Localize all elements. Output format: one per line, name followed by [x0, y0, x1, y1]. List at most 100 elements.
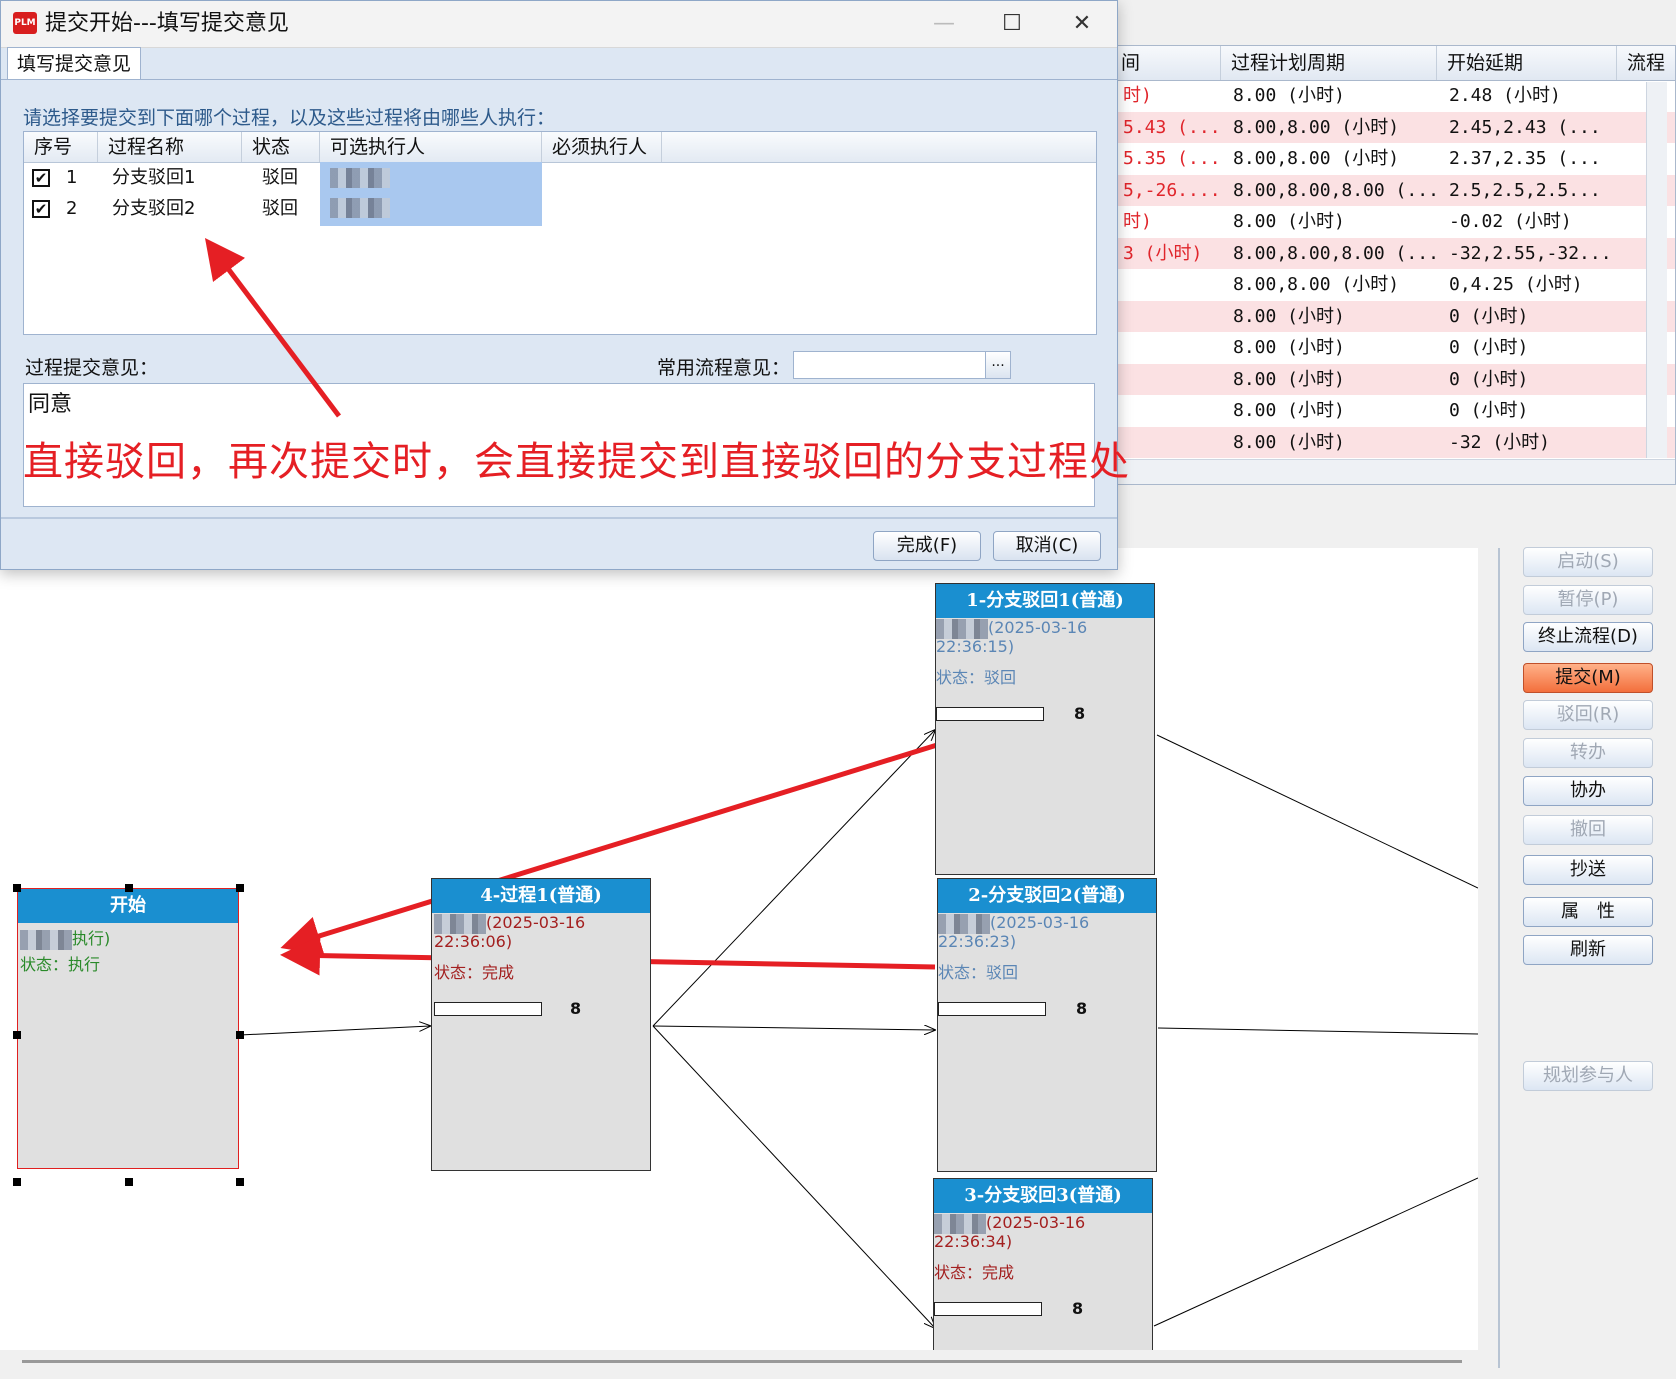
table-row[interactable]: 8.00,8.00 (小时) 0,4.25 (小时): [1111, 269, 1675, 301]
table-cell: [1111, 332, 1221, 364]
table-row[interactable]: 时) 8.00 (小时) -0.02 (小时): [1111, 206, 1675, 238]
resize-handle[interactable]: [236, 1031, 244, 1039]
blurred-name: [20, 929, 72, 950]
resize-handle[interactable]: [13, 1031, 21, 1039]
terminate-flow-button[interactable]: 终止流程(D): [1523, 622, 1653, 652]
table-cell: 8.00,8.00 (小时): [1233, 274, 1400, 295]
table-row[interactable]: 5.43 (... 8.00,8.00 (小时) 2.45,2.43 (...: [1111, 111, 1675, 143]
node-b2-date: (2025-03-16: [938, 913, 1089, 934]
pause-button[interactable]: 暂停(P): [1523, 585, 1653, 615]
node-b3-state: 状态：完成: [934, 1263, 1015, 1282]
workflow-canvas[interactable]: 开始 执行) 状态：执行 4-过程1(普通) (2025-03-16 22:36…: [0, 548, 1478, 1350]
table-row[interactable]: 5,-26.... 8.00,8.00,8.00 (... 2.5,2.5,2.5.…: [1111, 174, 1675, 206]
submit-dialog: PLM 提交开始---填写提交意见 — ☐ ✕ 填写提交意见 请选择要提交到下面…: [0, 0, 1129, 570]
table-horizontal-scrollbar[interactable]: [1111, 459, 1675, 484]
red-arrow-to-row-2: [204, 238, 341, 418]
node-b3-progress: [934, 1302, 1042, 1316]
resize-handle[interactable]: [13, 1178, 21, 1186]
table-row[interactable]: 8.00 (小时) 0 (小时): [1111, 395, 1675, 427]
table-cell: 8.00 (小时): [1233, 368, 1345, 390]
table-cell: 8.00 (小时): [1233, 211, 1345, 232]
finish-button[interactable]: 完成(F): [873, 531, 981, 561]
node-p1-date: (2025-03-16: [434, 913, 585, 934]
start-button[interactable]: 启动(S): [1523, 547, 1653, 577]
table-cell: 8.00 (小时): [1233, 431, 1345, 453]
table-cell: [1111, 395, 1221, 427]
node-p1-title: 4-过程1(普通): [432, 879, 650, 913]
withdraw-button[interactable]: 撤回: [1523, 815, 1653, 845]
plan-participants-button[interactable]: 规划参与人: [1523, 1061, 1653, 1091]
table-row[interactable]: 3 (小时) 8.00,8.00,8.00 (... -32,2.55,-32...: [1111, 237, 1675, 269]
resize-handle[interactable]: [236, 1178, 244, 1186]
refresh-button[interactable]: 刷新: [1523, 935, 1653, 965]
reject-button[interactable]: 驳回(R): [1523, 700, 1653, 730]
resize-handle[interactable]: [13, 884, 21, 892]
node-p1-state: 状态：完成: [434, 963, 515, 982]
resize-handle[interactable]: [236, 884, 244, 892]
cc-button[interactable]: 抄送: [1523, 855, 1653, 885]
column-header-plan-cycle[interactable]: 过程计划周期: [1221, 46, 1437, 80]
blurred-name: [938, 913, 990, 934]
connector-start-to-p1: [239, 1026, 430, 1036]
table-cell: 8.00,8.00,8.00 (...: [1233, 179, 1437, 201]
process-table-header: 间 过程计划周期 开始延期 流程: [1111, 46, 1675, 81]
canvas-horizontal-scrollbar[interactable]: [22, 1360, 1462, 1363]
node-branch-3[interactable]: 3-分支驳回3(普通) (2025-03-16 22:36:34) 状态：完成 …: [933, 1178, 1153, 1350]
table-cell: [1111, 301, 1221, 333]
node-b2-state: 状态：驳回: [938, 963, 1019, 982]
table-row[interactable]: 5.35 (... 8.00,8.00 (小时) 2.37,2.35 (...: [1111, 143, 1675, 175]
table-vertical-scrollbar[interactable]: [1646, 82, 1667, 458]
connector-p1-to-b3: [652, 1025, 935, 1328]
table-cell: 2.37,2.35 (...: [1449, 148, 1601, 169]
table-cell: 0 (小时): [1449, 400, 1529, 421]
table-row[interactable]: 8.00 (小时) 0 (小时): [1111, 300, 1675, 333]
table-row[interactable]: 时) 8.00 (小时) 2.48 (小时): [1111, 80, 1675, 112]
transfer-button[interactable]: 转办: [1523, 738, 1653, 768]
column-header-time[interactable]: 间: [1111, 46, 1221, 80]
node-b3-date: (2025-03-16: [934, 1213, 1085, 1234]
table-cell: 2.5,2.5,2.5...: [1449, 179, 1601, 201]
blurred-name: [434, 913, 486, 934]
node-b3-time: 22:36:34): [934, 1232, 1013, 1251]
connector-b3-out: [1153, 1177, 1478, 1327]
table-cell: 0,4.25 (小时): [1449, 274, 1583, 295]
resize-handle[interactable]: [125, 884, 133, 892]
connector-b1-out: [1156, 734, 1478, 889]
cancel-button[interactable]: 取消(C): [993, 531, 1101, 561]
blurred-name: [936, 618, 988, 639]
node-process-1[interactable]: 4-过程1(普通) (2025-03-16 22:36:06) 状态：完成 8: [431, 878, 651, 1171]
column-header-start-delay[interactable]: 开始延期: [1437, 46, 1617, 80]
table-cell: 时): [1123, 211, 1152, 232]
node-b3-title: 3-分支驳回3(普通): [934, 1179, 1152, 1213]
properties-button[interactable]: 属 性: [1523, 897, 1653, 927]
connector-p1-to-b1: [652, 730, 935, 1027]
node-start-state: 状态：执行: [20, 955, 101, 974]
table-cell: 时): [1123, 85, 1152, 106]
node-start-title: 开始: [18, 889, 238, 923]
node-branch-1[interactable]: 1-分支驳回1(普通) (2025-03-16 22:36:15) 状态：驳回 …: [935, 583, 1155, 875]
table-cell: 0 (小时): [1449, 305, 1529, 327]
table-row[interactable]: 8.00 (小时) 0 (小时): [1111, 363, 1675, 395]
table-cell: 0 (小时): [1449, 337, 1529, 358]
node-branch-2[interactable]: 2-分支驳回2(普通) (2025-03-16 22:36:23) 状态：驳回 …: [937, 878, 1157, 1172]
annotation-arrow-layer: [204, 238, 341, 418]
table-row[interactable]: 8.00 (小时) -32 (小时): [1111, 426, 1675, 458]
resize-handle[interactable]: [125, 1178, 133, 1186]
blurred-name: [934, 1213, 986, 1234]
node-p1-progress: [434, 1002, 542, 1016]
table-cell: 3 (小时): [1123, 242, 1203, 264]
table-cell: -32 (小时): [1449, 431, 1551, 453]
submit-button[interactable]: 提交(M): [1523, 663, 1653, 693]
node-start[interactable]: 开始 执行) 状态：执行: [17, 888, 239, 1169]
column-header-flow[interactable]: 流程: [1617, 46, 1675, 80]
panel-divider: [1498, 548, 1500, 1368]
node-b1-hours: 8: [1074, 704, 1086, 723]
assist-button[interactable]: 协办: [1523, 776, 1653, 806]
table-row[interactable]: 8.00 (小时) 0 (小时): [1111, 332, 1675, 364]
table-cell: 2.45,2.43 (...: [1449, 116, 1601, 138]
node-b2-title: 2-分支驳回2(普通): [938, 879, 1156, 913]
node-b2-hours: 8: [1076, 999, 1088, 1018]
node-b1-state: 状态：驳回: [936, 668, 1017, 687]
table-cell: 5.43 (...: [1123, 116, 1221, 138]
table-cell: 8.00 (小时): [1233, 305, 1345, 327]
